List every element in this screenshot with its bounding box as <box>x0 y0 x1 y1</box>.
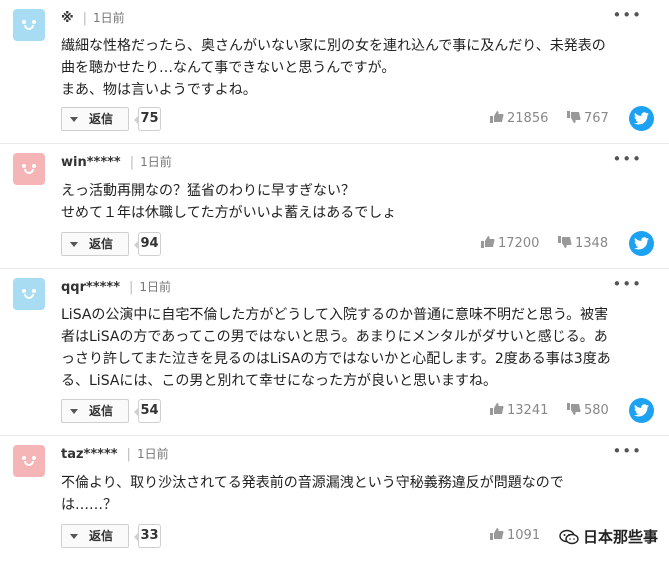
reply-button[interactable]: 返信 <box>61 399 129 423</box>
username[interactable]: ※ <box>61 11 74 26</box>
twitter-icon <box>634 112 649 125</box>
thumbs-down-icon <box>558 236 572 248</box>
reply-button[interactable]: 返信 <box>61 232 129 256</box>
thumbs-up-icon <box>481 236 495 248</box>
reply-count[interactable]: 75 <box>134 107 161 131</box>
twitter-share-button[interactable] <box>629 398 654 423</box>
username[interactable]: win***** <box>61 155 121 170</box>
dislike-button[interactable]: 580 <box>567 403 609 418</box>
reply-count[interactable]: 94 <box>134 232 161 256</box>
reply-count[interactable]: 33 <box>134 524 161 548</box>
timestamp: 1日前 <box>93 11 125 25</box>
reply-button[interactable]: 返信 <box>61 107 129 131</box>
like-button[interactable]: 21856 <box>490 111 548 126</box>
chevron-down-icon <box>70 117 78 122</box>
timestamp: 1日前 <box>140 155 172 169</box>
timestamp: 1日前 <box>139 280 172 294</box>
timestamp: 1日前 <box>136 447 169 461</box>
like-button[interactable]: 13241 <box>490 403 548 418</box>
username[interactable]: qqr***** <box>61 280 120 295</box>
thumbs-down-icon <box>567 111 581 123</box>
chevron-down-icon <box>70 409 78 414</box>
username[interactable]: taz***** <box>61 447 118 462</box>
avatar <box>13 153 45 185</box>
comment-text: 繊細な性格だったら、奥さんがいない家に別の女を連れ込んで事に及んだり、未発表の … <box>61 38 606 98</box>
reply-count[interactable]: 54 <box>134 399 161 423</box>
dislike-button[interactable]: 1348 <box>558 236 608 251</box>
comment-text: LiSAの公演中に自宅不倫した方がどうして入院するのか普通に意味不明だと思う。被… <box>61 307 611 389</box>
avatar <box>13 445 45 477</box>
comment-text: 不倫より、取り沙汰されてる発表前の音源漏洩という守秘義務違反が問題なので は……… <box>61 475 564 513</box>
twitter-share-button[interactable] <box>629 231 654 256</box>
twitter-icon <box>634 237 649 250</box>
comment-text: えっ活動再開なの？猛省のわりに早すぎない？ せめて１年は休職してた方がいいよ蓄え… <box>61 183 397 221</box>
like-button[interactable]: 1091 <box>490 528 540 543</box>
thumbs-up-icon <box>490 528 504 540</box>
wechat-icon <box>559 529 579 544</box>
comment-item: win***** | 1日前 ••• えっ活動再開なの？猛省のわりに早すぎない？ せ… <box>0 144 669 269</box>
avatar <box>13 278 45 310</box>
more-options-icon[interactable]: ••• <box>612 277 642 292</box>
more-options-icon[interactable]: ••• <box>612 152 642 167</box>
thumbs-up-icon <box>490 111 504 123</box>
chevron-down-icon <box>70 534 78 539</box>
twitter-share-button[interactable] <box>629 106 654 131</box>
comment-item: qqr***** | 1日前 ••• LiSAの公演中に自宅不倫した方がどうして入院… <box>0 269 669 436</box>
avatar <box>13 9 45 41</box>
reply-button[interactable]: 返信 <box>61 524 129 548</box>
more-options-icon[interactable]: ••• <box>612 8 642 23</box>
chevron-down-icon <box>70 242 78 247</box>
dislike-button[interactable]: 767 <box>567 111 609 126</box>
like-button[interactable]: 17200 <box>481 236 539 251</box>
comment-item: ※ | 1日前 ••• 繊細な性格だったら、奥さんがいない家に別の女を連れ込んで事に… <box>0 0 669 144</box>
watermark: 日本那些事 <box>559 526 658 547</box>
thumbs-down-icon <box>567 403 581 415</box>
more-options-icon[interactable]: ••• <box>612 444 642 459</box>
twitter-icon <box>634 404 649 417</box>
thumbs-up-icon <box>490 403 504 415</box>
